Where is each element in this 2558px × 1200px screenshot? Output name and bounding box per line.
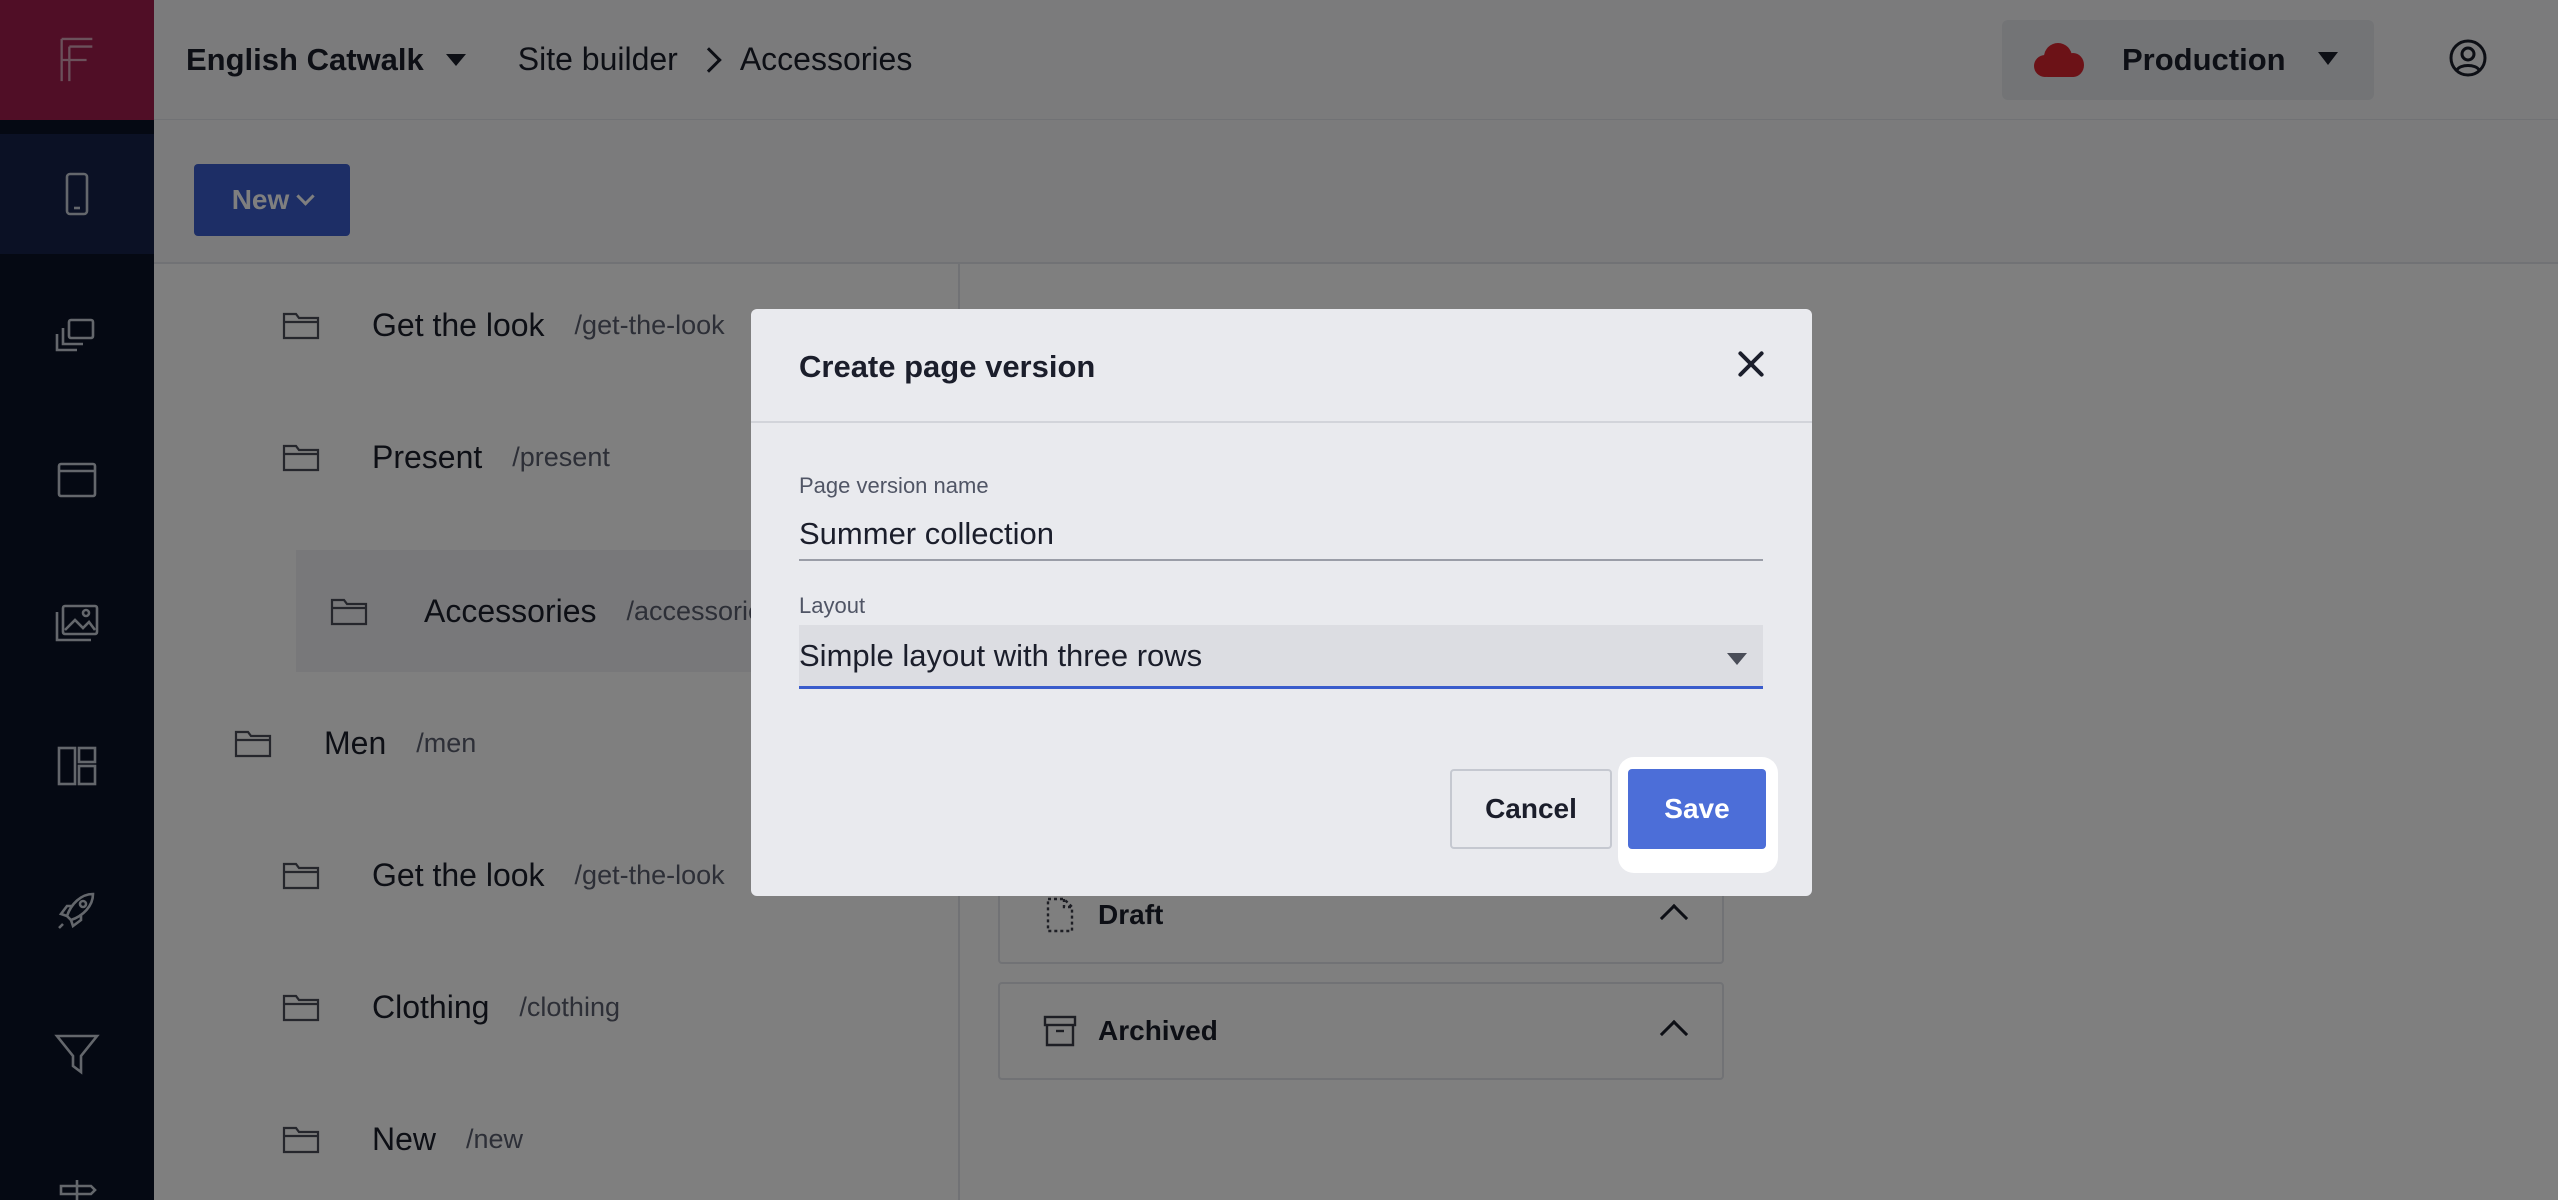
- page-version-name-label: Page version name: [799, 473, 989, 498]
- layout-select[interactable]: Simple layout with three rows: [799, 625, 1763, 689]
- cancel-button[interactable]: Cancel: [1450, 769, 1612, 849]
- page-version-name-input[interactable]: [799, 505, 1763, 561]
- dialog-title: Create page version: [799, 349, 1096, 384]
- dropdown-caret-icon: [1727, 653, 1747, 665]
- layout-label: Layout: [799, 593, 866, 618]
- dialog-header: Create page version: [751, 309, 1812, 423]
- layout-select-value: Simple layout with three rows: [799, 637, 1203, 673]
- create-page-version-dialog: Create page version Page version name La…: [751, 309, 1812, 896]
- save-button[interactable]: Save: [1628, 769, 1766, 849]
- app: English Catwalk Site builder Accessories…: [0, 0, 2558, 1200]
- save-button-highlight: Save: [1618, 757, 1778, 873]
- close-dialog-button[interactable]: [1734, 347, 1768, 381]
